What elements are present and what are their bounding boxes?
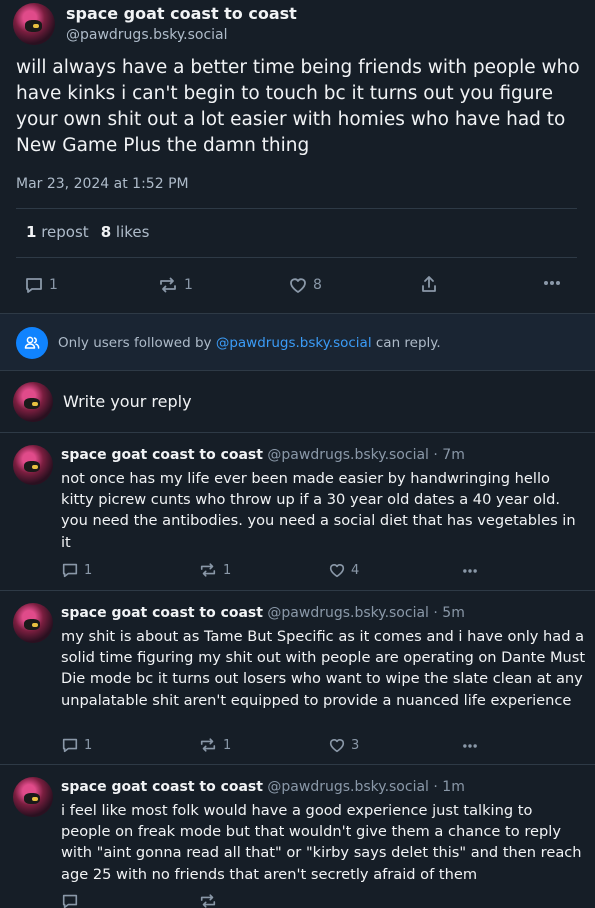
reply-count: 1 bbox=[49, 277, 58, 293]
heart-icon bbox=[288, 275, 308, 295]
reply-author-handle[interactable]: @pawdrugs.bsky.social bbox=[267, 447, 429, 463]
repost-count: 1 bbox=[184, 277, 193, 293]
like-button[interactable]: 8 bbox=[288, 275, 322, 295]
reply-count: 1 bbox=[84, 562, 93, 578]
reply-author-name[interactable]: space goat coast to coast bbox=[61, 605, 263, 621]
like-button[interactable]: 4 bbox=[328, 561, 359, 579]
reply-author-name[interactable]: space goat coast to coast bbox=[61, 779, 263, 795]
heart-icon bbox=[328, 736, 346, 754]
reply-header: space goat coast to coast @pawdrugs.bsky… bbox=[61, 779, 465, 795]
repost-count: 1 bbox=[223, 562, 232, 578]
repost-arrows-icon bbox=[198, 561, 218, 579]
post-timestamp: Mar 23, 2024 at 1:52 PM bbox=[16, 176, 189, 192]
repost-button[interactable]: 1 bbox=[157, 275, 193, 295]
divider bbox=[16, 257, 577, 258]
share-icon bbox=[419, 274, 439, 294]
reply-header: space goat coast to coast @pawdrugs.bsky… bbox=[61, 447, 465, 463]
speech-bubble-icon bbox=[61, 892, 79, 908]
people-icon bbox=[16, 327, 48, 359]
ellipsis-icon bbox=[461, 740, 479, 752]
reply-header: space goat coast to coast @pawdrugs.bsky… bbox=[61, 605, 465, 621]
more-options-button[interactable] bbox=[461, 565, 479, 577]
reply-age: · 1m bbox=[433, 779, 465, 795]
repost-stat[interactable]: 1 repost bbox=[26, 223, 89, 241]
reply-text: not once has my life ever been made easi… bbox=[61, 470, 576, 551]
reply-item[interactable]: space goat coast to coast @pawdrugs.bsky… bbox=[0, 433, 595, 591]
reply-prompt[interactable]: Write your reply bbox=[63, 392, 192, 411]
reply-avatar[interactable] bbox=[13, 603, 53, 643]
like-count: 4 bbox=[351, 562, 360, 578]
repost-count: 1 bbox=[223, 737, 232, 753]
repost-arrows-icon bbox=[157, 275, 179, 295]
share-button[interactable] bbox=[419, 274, 439, 294]
reply-avatar[interactable] bbox=[13, 445, 53, 485]
likes-stat[interactable]: 8 likes bbox=[101, 223, 150, 241]
reply-count: 1 bbox=[84, 737, 93, 753]
reply-restriction-text: Only users followed by @pawdrugs.bsky.so… bbox=[58, 335, 441, 351]
reply-item[interactable]: space goat coast to coast @pawdrugs.bsky… bbox=[0, 765, 595, 908]
divider bbox=[16, 208, 577, 209]
notice-handle-link[interactable]: @pawdrugs.bsky.social bbox=[216, 335, 372, 351]
author-display-name[interactable]: space goat coast to coast bbox=[66, 4, 297, 23]
repost-button[interactable] bbox=[198, 892, 218, 908]
post-stats: 1 repost 8 likes bbox=[26, 223, 149, 241]
compose-reply[interactable]: Write your reply bbox=[0, 371, 595, 433]
speech-bubble-icon bbox=[24, 275, 44, 295]
reply-author-name[interactable]: space goat coast to coast bbox=[61, 447, 263, 463]
repost-button[interactable]: 1 bbox=[198, 736, 231, 754]
reply-age: · 5m bbox=[433, 605, 465, 621]
avatar bbox=[13, 382, 53, 422]
author-avatar[interactable] bbox=[13, 3, 55, 45]
reply-button[interactable]: 1 bbox=[61, 561, 92, 579]
speech-bubble-icon bbox=[61, 736, 79, 754]
speech-bubble-icon bbox=[61, 561, 79, 579]
reply-author-handle[interactable]: @pawdrugs.bsky.social bbox=[267, 779, 429, 795]
author-handle[interactable]: @pawdrugs.bsky.social bbox=[66, 27, 228, 43]
reply-button[interactable] bbox=[61, 892, 79, 908]
reply-author-handle[interactable]: @pawdrugs.bsky.social bbox=[267, 605, 429, 621]
reply-restriction-notice: Only users followed by @pawdrugs.bsky.so… bbox=[0, 313, 595, 371]
more-options-button[interactable] bbox=[542, 276, 562, 290]
reply-text: i feel like most folk would have a good … bbox=[61, 802, 582, 883]
reply-avatar[interactable] bbox=[13, 777, 53, 817]
repost-arrows-icon bbox=[198, 736, 218, 754]
more-options-button[interactable] bbox=[461, 740, 479, 752]
ellipsis-icon bbox=[542, 276, 562, 290]
reply-button[interactable]: 1 bbox=[24, 275, 58, 295]
post-text: will always have a better time being fri… bbox=[16, 57, 580, 156]
like-count: 3 bbox=[351, 737, 360, 753]
reply-button[interactable]: 1 bbox=[61, 736, 92, 754]
reply-item[interactable]: space goat coast to coast @pawdrugs.bsky… bbox=[0, 591, 595, 765]
repost-arrows-icon bbox=[198, 892, 218, 908]
ellipsis-icon bbox=[461, 565, 479, 577]
reply-text: my shit is about as Tame But Specific as… bbox=[61, 628, 586, 709]
like-button[interactable]: 3 bbox=[328, 736, 359, 754]
like-count: 8 bbox=[313, 277, 322, 293]
reply-age: · 7m bbox=[433, 447, 465, 463]
heart-icon bbox=[328, 561, 346, 579]
repost-button[interactable]: 1 bbox=[198, 561, 231, 579]
